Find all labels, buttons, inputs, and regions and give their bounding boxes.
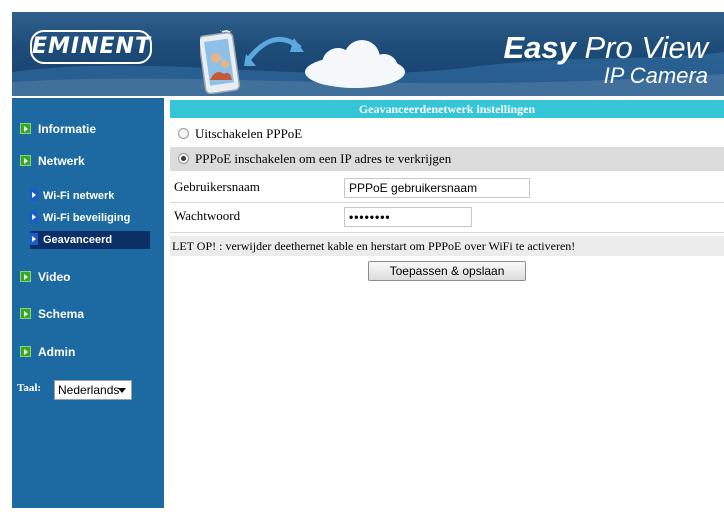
- nav-bullet-icon: [20, 346, 31, 357]
- smartphone-icon: [200, 30, 241, 94]
- username-input[interactable]: PPPoE gebruikersnaam: [344, 178, 530, 198]
- sub-bullet-icon: [30, 233, 38, 245]
- language-select-value: Nederlands: [58, 383, 120, 397]
- sidebar-nav: Informatie Netwerk Wi-Fi netwerk Wi-Fi b…: [12, 98, 164, 508]
- warning-message: LET OP! : verwijder deethernet kable en …: [170, 236, 724, 256]
- section-title: Geavanceerdenetwerk instellingen: [170, 100, 724, 118]
- sidebar-subitem-wifi-beveiliging[interactable]: Wi-Fi beveiliging: [30, 209, 150, 227]
- brand-rest: Pro View: [575, 30, 709, 65]
- nav-bullet-icon: [20, 308, 31, 319]
- sidebar-subitem-wifi-netwerk[interactable]: Wi-Fi netwerk: [30, 187, 150, 205]
- sidebar-subitem-label: Wi-Fi beveiliging: [43, 212, 131, 224]
- sidebar-item-label: Schema: [38, 307, 85, 321]
- brand-subtitle: IP Camera: [603, 63, 708, 88]
- sidebar-item-informatie[interactable]: Informatie: [20, 120, 96, 138]
- pppoe-enable-row[interactable]: PPPoE inschakelen om een IP adres te ver…: [170, 147, 724, 171]
- sidebar-item-label: Video: [38, 270, 71, 284]
- password-input[interactable]: ••••••••: [344, 207, 472, 227]
- pppoe-disable-row[interactable]: Uitschakelen PPPoE: [170, 121, 724, 147]
- row-divider: [170, 232, 724, 233]
- product-brand: Easy Pro View IP Camera: [503, 32, 708, 88]
- main-content: Geavanceerdenetwerk instellingen Uitscha…: [170, 98, 724, 298]
- sync-arrow-icon: [244, 37, 304, 66]
- pppoe-disable-radio[interactable]: [178, 128, 189, 139]
- sidebar-subitem-geavanceerd[interactable]: Geavanceerd: [30, 231, 150, 249]
- sidebar-item-label: Admin: [38, 345, 76, 359]
- sidebar-item-netwerk[interactable]: Netwerk: [20, 152, 85, 170]
- sub-bullet-icon: [30, 211, 38, 223]
- language-select[interactable]: Nederlands: [54, 380, 132, 400]
- pppoe-enable-label: PPPoE inschakelen om een IP adres te ver…: [195, 151, 452, 166]
- nav-bullet-icon: [20, 123, 31, 134]
- language-label: Taal:: [17, 382, 42, 394]
- username-label: Gebruikersnaam: [174, 179, 260, 194]
- brand-bold: Easy: [503, 30, 576, 65]
- nav-bullet-icon: [20, 155, 31, 166]
- apply-save-button[interactable]: Toepassen & opslaan: [368, 261, 526, 281]
- sidebar-subitem-label: Wi-Fi netwerk: [43, 190, 115, 202]
- sub-bullet-icon: [30, 189, 38, 201]
- eminent-logo: EMINENT: [30, 30, 152, 64]
- sidebar-subitem-label: Geavanceerd: [43, 234, 113, 246]
- pppoe-disable-label: Uitschakelen PPPoE: [195, 126, 303, 141]
- row-divider: [170, 202, 724, 203]
- sidebar-item-schema[interactable]: Schema: [20, 305, 84, 323]
- sidebar-item-video[interactable]: Video: [20, 268, 70, 286]
- sidebar-item-admin[interactable]: Admin: [20, 343, 75, 361]
- sidebar-item-label: Informatie: [38, 122, 97, 136]
- sidebar-item-label: Netwerk: [38, 154, 85, 168]
- cloud-icon: [305, 40, 405, 88]
- password-label: Wachtwoord: [174, 208, 241, 223]
- chevron-down-icon: [118, 388, 126, 393]
- pppoe-enable-radio[interactable]: [178, 153, 189, 164]
- nav-bullet-icon: [20, 271, 31, 282]
- brand-title: Easy Pro View: [503, 32, 708, 64]
- header-banner: EMINENT Easy Pro View IP Camera: [12, 12, 724, 96]
